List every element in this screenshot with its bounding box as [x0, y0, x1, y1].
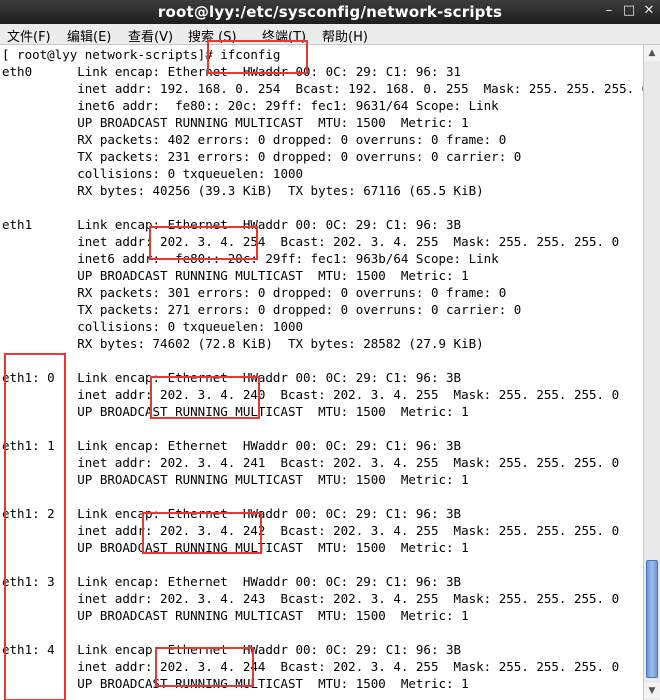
- terminal-line: RX packets: 301 errors: 0 dropped: 0 ove…: [2, 285, 507, 300]
- menu-help[interactable]: 帮助(H): [322, 26, 368, 45]
- terminal-line: inet addr: 202. 3. 4. 242 Bcast: 202. 3.…: [2, 523, 620, 538]
- maximize-icon[interactable]: □: [622, 4, 636, 18]
- close-icon[interactable]: ✕: [642, 4, 656, 18]
- terminal-line: RX bytes: 40256 (39.3 KiB) TX bytes: 671…: [2, 183, 484, 198]
- highlight-box-aliases: [4, 353, 66, 700]
- highlight-box-eth1-4-addr: [155, 647, 254, 687]
- terminal-line: inet6 addr: fe80:: 20c: 29ff: fec1: 9631…: [2, 98, 499, 113]
- terminal-line: collisions: 0 txqueuelen: 1000: [2, 166, 304, 181]
- minimize-icon[interactable]: –: [602, 4, 616, 18]
- vertical-scrollbar[interactable]: ▲ ▼: [643, 45, 660, 700]
- menu-edit[interactable]: 编辑(E): [67, 26, 111, 45]
- menu-view[interactable]: 查看(V): [128, 26, 173, 45]
- scroll-up-icon[interactable]: ▲: [644, 45, 660, 61]
- menu-bar: 文件(F) 编辑(E) 查看(V) 搜索 (S) 终端(T) 帮助(H): [0, 24, 660, 45]
- menu-file[interactable]: 文件(F): [7, 26, 51, 45]
- terminal-line: inet addr: 202. 3. 4. 241 Bcast: 202. 3.…: [2, 455, 620, 470]
- highlight-box-eth1-2-addr: [142, 512, 262, 554]
- terminal-line: TX packets: 271 errors: 0 dropped: 0 ove…: [2, 302, 522, 317]
- terminal-line: UP BROADCAST RUNNING MULTICAST MTU: 1500…: [2, 608, 469, 623]
- terminal-line: inet addr: 202. 3. 4. 244 Bcast: 202. 3.…: [2, 659, 620, 674]
- terminal-line: UP BROADCAST RUNNING MULTICAST MTU: 1500…: [2, 115, 469, 130]
- scroll-down-icon[interactable]: ▼: [644, 683, 660, 699]
- terminal-line: eth1: 3 Link encap: Ethernet HWaddr 00: …: [2, 574, 462, 589]
- terminal-line: inet addr: 202. 3. 4. 254 Bcast: 202. 3.…: [2, 234, 620, 249]
- terminal-line: UP BROADCAST RUNNING MULTICAST MTU: 1500…: [2, 268, 469, 283]
- terminal-window: root@lyy:/etc/sysconfig/network-scripts …: [0, 0, 660, 700]
- terminal-line: eth1: 1 Link encap: Ethernet HWaddr 00: …: [2, 438, 462, 453]
- terminal-line: collisions: 0 txqueuelen: 1000: [2, 319, 304, 334]
- scroll-thumb[interactable]: [646, 560, 658, 678]
- highlight-box-command: [207, 40, 308, 74]
- terminal-line: RX bytes: 74602 (72.8 KiB) TX bytes: 285…: [2, 336, 484, 351]
- window-title: root@lyy:/etc/sysconfig/network-scripts: [157, 3, 503, 21]
- terminal-line: inet addr: 202. 3. 4. 243 Bcast: 202. 3.…: [2, 591, 620, 606]
- terminal-line: UP BROADCAST RUNNING MULTICAST MTU: 1500…: [2, 472, 469, 487]
- terminal-line: inet addr: 202. 3. 4. 240 Bcast: 202. 3.…: [2, 387, 620, 402]
- terminal-line: RX packets: 402 errors: 0 dropped: 0 ove…: [2, 132, 507, 147]
- highlight-box-eth1-addr: [149, 226, 258, 260]
- title-bar[interactable]: root@lyy:/etc/sysconfig/network-scripts …: [0, 0, 660, 24]
- terminal-line: TX packets: 231 errors: 0 dropped: 0 ove…: [2, 149, 522, 164]
- terminal-line: inet addr: 192. 168. 0. 254 Bcast: 192. …: [2, 81, 643, 96]
- terminal-output[interactable]: [ root@lyy network-scripts]# ifconfig eth…: [0, 45, 643, 700]
- highlight-box-eth1-0-addr: [150, 376, 260, 419]
